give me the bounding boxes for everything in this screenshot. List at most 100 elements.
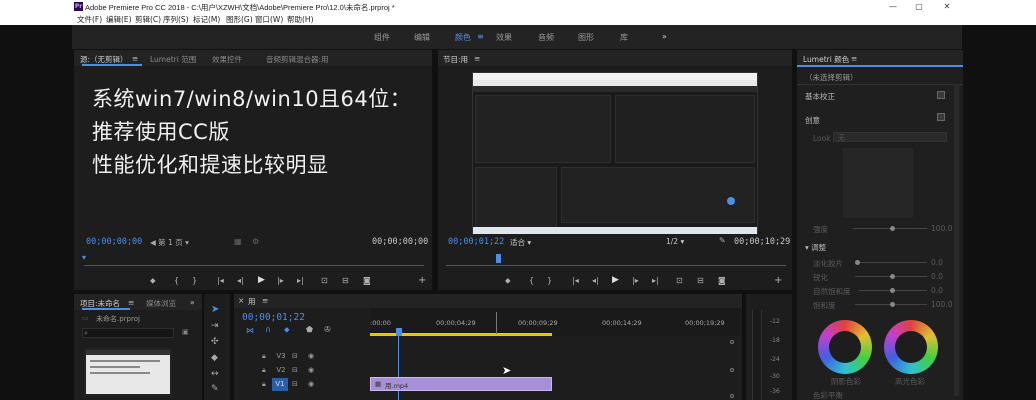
wrench-icon[interactable]: ⚙ bbox=[252, 237, 259, 246]
vibrance-value[interactable]: 0.0 bbox=[931, 286, 943, 295]
fit-select[interactable]: 适合 ▾ bbox=[510, 237, 531, 248]
lock-icon[interactable]: 🔒︎ bbox=[262, 366, 266, 375]
program-panel-menu-icon[interactable]: ≡ bbox=[474, 54, 480, 63]
adjust-section-toggle[interactable]: ▾ 调整 bbox=[805, 242, 826, 253]
mark-in-icon[interactable]: { bbox=[174, 276, 179, 285]
menu-clip[interactable]: 剪辑(C) bbox=[135, 14, 161, 25]
export-frame-icon[interactable]: ◙ bbox=[363, 276, 371, 285]
tab-effect-controls[interactable]: 效果控件 bbox=[212, 54, 242, 65]
step-back-icon[interactable]: ◂| bbox=[237, 276, 244, 285]
track-select-tool-icon[interactable]: ⇥ bbox=[211, 321, 219, 331]
workspace-tab-editing[interactable]: 编辑 bbox=[414, 32, 430, 43]
go-to-in-icon[interactable]: |◂ bbox=[572, 276, 579, 285]
source-page-select[interactable]: ◀ 第 1 页 ▾ bbox=[150, 237, 189, 248]
maximize-button[interactable]: ▢ bbox=[912, 1, 926, 12]
slip-tool-icon[interactable]: ↔ bbox=[211, 369, 219, 379]
menu-graphics[interactable]: 图形(G) bbox=[226, 14, 253, 25]
tab-audio-clip-mixer[interactable]: 音频剪辑混合器:用 bbox=[266, 54, 329, 65]
timeline-timecode[interactable]: 00;00;01;22 bbox=[242, 312, 305, 323]
razor-tool-icon[interactable]: ◆ bbox=[211, 353, 218, 363]
track-scroll-handle[interactable] bbox=[730, 340, 734, 344]
project-search-input[interactable] bbox=[82, 328, 174, 338]
lumetri-scrollbar[interactable] bbox=[954, 84, 959, 396]
track-scroll-handle[interactable] bbox=[730, 368, 734, 372]
saturation-value[interactable]: 100.0 bbox=[931, 300, 952, 309]
tab-sequence[interactable]: 用 bbox=[248, 296, 256, 307]
mark-out-icon[interactable]: } bbox=[192, 276, 197, 285]
resolution-select[interactable]: 1/2 ▾ bbox=[666, 237, 684, 246]
step-back-icon[interactable]: ◂| bbox=[592, 276, 599, 285]
play-icon[interactable]: ▶ bbox=[612, 275, 619, 285]
marker-icon[interactable]: ⬟ bbox=[306, 325, 313, 334]
clip-select[interactable]: （未选择剪辑） bbox=[805, 72, 858, 83]
step-forward-icon[interactable]: |▸ bbox=[632, 276, 639, 285]
eye-icon[interactable]: ◉ bbox=[308, 366, 314, 374]
fade-film-value[interactable]: 0.0 bbox=[931, 258, 943, 267]
workspace-tab-color[interactable]: 颜色 bbox=[455, 32, 471, 43]
sync-lock-icon[interactable]: ⊟ bbox=[292, 380, 298, 388]
close-window-button[interactable]: ✕ bbox=[940, 1, 954, 12]
extract-icon[interactable]: ⊟ bbox=[697, 276, 704, 285]
selection-tool-icon[interactable]: ➤ bbox=[211, 304, 219, 315]
vibrance-knob[interactable] bbox=[890, 288, 895, 293]
sharpen-knob[interactable] bbox=[890, 274, 895, 279]
tab-program[interactable]: 节目:用 bbox=[443, 54, 468, 65]
fade-film-slider[interactable] bbox=[855, 262, 927, 263]
intensity-value[interactable]: 100.0 bbox=[931, 224, 952, 233]
new-bin-icon[interactable]: ▣ bbox=[182, 328, 189, 336]
tab-media-browser[interactable]: 媒体浏览 bbox=[146, 298, 176, 309]
timeline-menu-icon[interactable]: ≡ bbox=[262, 296, 268, 305]
insert-icon[interactable]: ⊡ bbox=[321, 276, 328, 285]
add-button-icon[interactable]: + bbox=[418, 275, 426, 286]
go-to-out-icon[interactable]: ▸| bbox=[297, 276, 304, 285]
program-scrub-bar[interactable] bbox=[446, 265, 786, 266]
workspace-more-icon[interactable]: » bbox=[662, 32, 667, 41]
basic-correction-checkbox[interactable] bbox=[937, 91, 945, 99]
eye-icon[interactable]: ◉ bbox=[308, 380, 314, 388]
sharpen-value[interactable]: 0.0 bbox=[931, 272, 943, 281]
menu-edit[interactable]: 编辑(E) bbox=[106, 14, 132, 25]
track-scroll-handle[interactable] bbox=[730, 394, 734, 398]
source-timecode-current[interactable]: 00;00;00;00 bbox=[86, 237, 142, 247]
settings-wrench-icon[interactable]: ✇ bbox=[324, 325, 331, 334]
pen-tool-icon[interactable]: ✎ bbox=[211, 384, 219, 394]
lock-icon[interactable]: 🔒︎ bbox=[262, 380, 266, 389]
workspace-tab-libraries[interactable]: 库 bbox=[620, 32, 628, 43]
add-marker-icon[interactable]: ⬥ bbox=[150, 276, 156, 286]
section-basic-correction[interactable]: 基本校正 bbox=[805, 91, 835, 102]
menu-help[interactable]: 帮助(H) bbox=[287, 14, 314, 25]
source-playhead-icon[interactable]: ▾ bbox=[82, 253, 86, 262]
close-sequence-icon[interactable]: × bbox=[238, 296, 244, 305]
workspace-tab-assembly[interactable]: 组件 bbox=[374, 32, 390, 43]
workspace-tab-audio[interactable]: 音频 bbox=[538, 32, 554, 43]
program-playhead-icon[interactable] bbox=[496, 254, 501, 263]
ripple-edit-tool-icon[interactable]: ✣ bbox=[211, 337, 219, 347]
workspace-tab-effects[interactable]: 效果 bbox=[496, 32, 512, 43]
workspace-tab-graphics[interactable]: 图形 bbox=[578, 32, 594, 43]
sync-lock-icon[interactable]: ⊟ bbox=[292, 352, 298, 360]
wrench-icon[interactable]: ✎ bbox=[719, 236, 726, 245]
video-clip[interactable]: ▦ 用.mp4 bbox=[370, 377, 552, 391]
intensity-knob[interactable] bbox=[890, 226, 895, 231]
menu-sequence[interactable]: 序列(S) bbox=[163, 14, 189, 25]
overwrite-icon[interactable]: ⊟ bbox=[342, 276, 349, 285]
fade-film-knob[interactable] bbox=[855, 260, 860, 265]
tab-lumetri-scopes[interactable]: Lumetri 范围 bbox=[150, 54, 196, 65]
snap-icon[interactable]: ⋈ bbox=[246, 326, 254, 335]
project-more-icon[interactable]: » bbox=[190, 298, 195, 307]
media-thumbnail[interactable] bbox=[84, 348, 172, 396]
highlight-tint-wheel[interactable] bbox=[884, 320, 938, 374]
minimize-button[interactable]: — bbox=[886, 1, 900, 12]
eye-icon[interactable]: ◉ bbox=[308, 352, 314, 360]
lift-icon[interactable]: ⊡ bbox=[676, 276, 683, 285]
add-marker-icon[interactable]: ⬥ bbox=[284, 325, 290, 335]
workspace-menu-icon[interactable]: ≡ bbox=[477, 32, 484, 41]
settings-icon[interactable]: ▦ bbox=[234, 237, 242, 246]
lock-icon[interactable]: 🔒︎ bbox=[262, 352, 266, 361]
timeline-ruler[interactable]: :00;00 00;00;04;29 00;00;09;29 00;00;14;… bbox=[370, 308, 740, 336]
track-target-v1[interactable]: V1 bbox=[272, 378, 288, 391]
project-menu-icon[interactable]: ≡ bbox=[128, 298, 134, 307]
menu-marker[interactable]: 标记(M) bbox=[193, 14, 220, 25]
program-timecode-current[interactable]: 00;00;01;22 bbox=[448, 237, 504, 247]
export-frame-icon[interactable]: ◙ bbox=[718, 276, 726, 285]
